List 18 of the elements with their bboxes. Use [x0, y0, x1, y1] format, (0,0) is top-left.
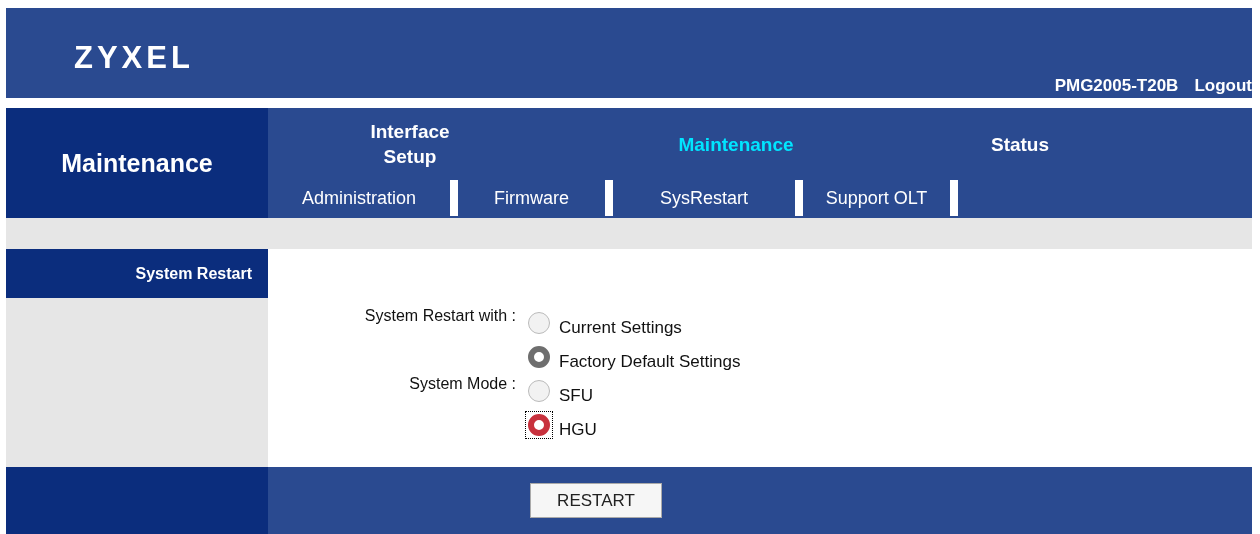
radio-label: Factory Default Settings — [559, 352, 741, 372]
field-label: System Mode : — [408, 375, 517, 394]
nav-tab[interactable]: Maintenance — [678, 131, 794, 157]
radio-button[interactable] — [528, 312, 550, 334]
sidebar-item[interactable]: System Restart — [6, 249, 268, 298]
logout-link[interactable]: Logout — [1194, 76, 1252, 96]
logo: ZYXEL — [74, 40, 194, 76]
nav-tab[interactable]: Status — [990, 131, 1050, 157]
radio-button[interactable] — [528, 380, 550, 402]
restart-button[interactable]: RESTART — [530, 483, 662, 518]
radio-label: HGU — [559, 420, 597, 440]
field-label: System Restart with : — [363, 307, 517, 326]
model-name: PMG2005-T20B — [1054, 76, 1179, 96]
nav-tab[interactable]: Interface Setup — [370, 119, 450, 169]
radio-label: Current Settings — [559, 318, 682, 338]
section-title: Maintenance — [61, 148, 213, 178]
radio-label: SFU — [559, 386, 593, 406]
radio-button[interactable] — [528, 346, 550, 368]
